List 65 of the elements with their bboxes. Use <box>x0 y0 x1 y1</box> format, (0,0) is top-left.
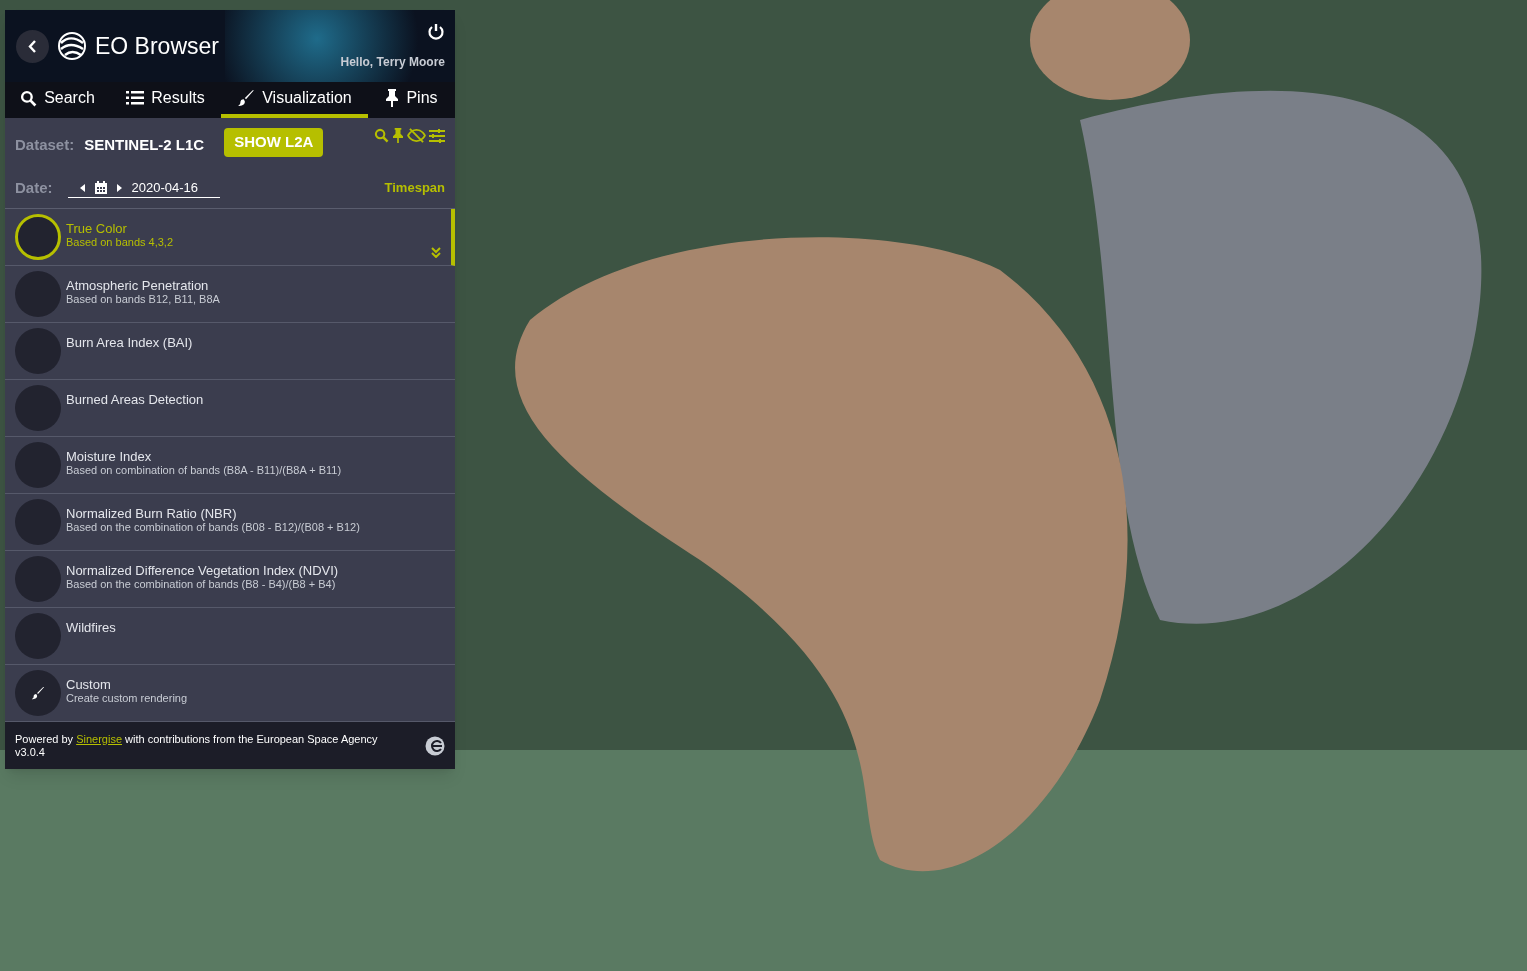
brush-icon <box>31 686 45 700</box>
layer-thumbnail <box>15 214 61 260</box>
layer-title: Custom <box>66 677 112 692</box>
list-icon <box>126 90 145 106</box>
layer-thumbnail <box>15 613 61 659</box>
layer-description: Create custom rendering <box>66 692 188 705</box>
layer-description: Based on bands 4,3,2 <box>66 236 174 249</box>
layer-thumbnail <box>15 328 61 374</box>
greeting-text: Hello, Terry Moore <box>340 54 445 71</box>
dataset-name: SENTINEL-2 L1C <box>84 135 205 155</box>
eye-slash-icon <box>407 128 426 143</box>
search-icon <box>20 89 38 107</box>
layer-title: Moisture Index <box>66 449 153 464</box>
brush-icon <box>237 89 256 107</box>
version-text: v3.0.4 <box>15 745 46 759</box>
logo-icon <box>57 31 87 61</box>
layer-item[interactable]: Atmospheric Penetration Based on bands B12, B11, B8A <box>5 266 455 323</box>
pin-icon <box>385 89 400 107</box>
layer-item[interactable]: True Color Based on bands 4,3,2 <box>5 209 455 266</box>
timespan-link[interactable]: Timespan <box>384 178 445 198</box>
layer-item[interactable]: Normalized Difference Vegetation Index (NDVI) Based on the combination of bands (B8 - B4)/(B8 + B4) <box>5 551 455 608</box>
sliders-icon <box>429 128 445 143</box>
layer-thumbnail <box>15 442 61 488</box>
layer-item[interactable]: Normalized Burn Ratio (NBR) Based on the combination of bands (B08 - B12)/(B08 + B12) <box>5 494 455 551</box>
layer-title: Burned Areas Detection <box>66 392 204 407</box>
layer-thumbnail <box>15 385 61 431</box>
footer-text: Powered by Sinergise with contributions from the European Space Agency <box>15 732 378 746</box>
app-title: EO Browser <box>95 31 219 61</box>
caret-left-icon <box>79 183 85 192</box>
nav-tab[interactable]: Results <box>110 82 221 118</box>
globe-icon <box>425 735 445 756</box>
layer-thumbnail <box>15 499 61 545</box>
search-icon <box>374 128 389 143</box>
power-button[interactable] <box>427 23 445 41</box>
nav-tab[interactable]: Search <box>5 82 110 118</box>
date-label: Date: <box>15 177 53 198</box>
double-chevron-down-icon[interactable] <box>431 247 441 258</box>
layer-thumbnail <box>15 271 61 317</box>
layer-thumbnail <box>15 556 61 602</box>
layer-description: Based on the combination of bands (B08 - B12)/(B08 + B12) <box>66 521 360 534</box>
layer-item[interactable]: Burned Areas Detection <box>5 380 455 437</box>
layer-item[interactable]: Wildfires <box>5 608 455 665</box>
date-picker[interactable]: 2020-04-16 <box>67 178 220 198</box>
dataset-label: Dataset: <box>15 135 75 155</box>
layer-title: Normalized Difference Vegetation Index (NDVI) <box>66 563 339 578</box>
layer-item[interactable]: Moisture Index Based on combination of bands (B8A - B11)/(B8A + B11) <box>5 437 455 494</box>
date-value: 2020-04-16 <box>131 178 198 197</box>
chevron-left-icon <box>28 39 37 53</box>
layer-description: Based on combination of bands (B8A - B11)/(B8A + B11) <box>66 464 342 477</box>
layer-item[interactable]: Burn Area Index (BAI) <box>5 323 455 380</box>
layer-description: Based on bands B12, B11, B8A <box>66 293 220 306</box>
layer-title: True Color <box>66 221 128 236</box>
sinergise-link[interactable]: Sinergise <box>76 732 122 745</box>
power-icon <box>427 23 445 41</box>
back-button[interactable] <box>16 29 49 63</box>
calendar-icon <box>94 181 107 194</box>
nav-tab[interactable]: Visualization <box>221 82 368 118</box>
caret-right-icon <box>116 183 122 192</box>
pin-icon <box>392 128 404 143</box>
nav-tab[interactable]: Pins <box>368 82 455 118</box>
layer-title: Normalized Burn Ratio (NBR) <box>66 506 238 521</box>
layer-title: Burn Area Index (BAI) <box>66 335 193 350</box>
layer-title: Wildfires <box>66 620 116 635</box>
layer-description: Based on the combination of bands (B8 - B4)/(B8 + B4) <box>66 578 337 591</box>
layer-title: Atmospheric Penetration <box>66 278 210 293</box>
